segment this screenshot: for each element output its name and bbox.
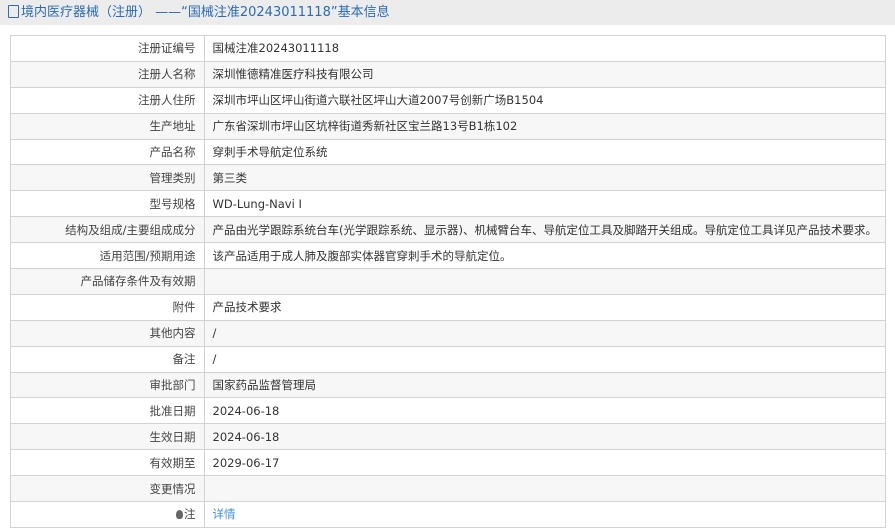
table-row: 生效日期 2024-06-18 xyxy=(10,423,887,451)
table-row: 结构及组成/主要组成成分 产品由光学跟踪系统台车(光学跟踪系统、显示器)、机械臂台… xyxy=(10,216,887,244)
table-row: 产品储存条件及有效期 xyxy=(10,268,887,295)
field-value: 国家药品监督管理局 xyxy=(203,371,887,399)
table-row: 注册人名称 深圳惟德精准医疗科技有限公司 xyxy=(10,60,887,88)
field-value: 2024-06-18 xyxy=(203,423,887,451)
table-row: 其他内容 / xyxy=(10,319,887,347)
field-label: 备注 xyxy=(10,345,205,373)
field-label: 适用范围/预期用途 xyxy=(10,242,205,270)
field-value xyxy=(203,475,887,503)
table-row: 附件 产品技术要求 xyxy=(10,293,887,321)
field-value: 产品技术要求 xyxy=(203,293,887,321)
field-value: 产品由光学跟踪系统台车(光学跟踪系统、显示器)、机械臂台车、导航定位工具及脚踏开… xyxy=(203,216,887,244)
table-row: 适用范围/预期用途 该产品适用于成人肺及腹部实体器官穿刺手术的导航定位。 xyxy=(10,242,887,270)
page-title: 境内医疗器械（注册） ——“国械注准20243011118”基本信息 xyxy=(21,5,390,20)
field-value: / xyxy=(203,319,887,347)
field-value: 2029-06-17 xyxy=(203,449,887,477)
field-label: 批准日期 xyxy=(10,397,205,425)
field-value: 第三类 xyxy=(203,164,887,192)
table-row: 管理类别 第三类 xyxy=(10,164,887,192)
info-table: 注册证编号 国械注准20243011118 注册人名称 深圳惟德精准医疗科技有限公司注… xyxy=(10,35,887,528)
field-label: 生产地址 xyxy=(10,112,205,140)
table-row: 有效期至 2029-06-17 xyxy=(10,449,887,477)
table-row: 批准日期 2024-06-18 xyxy=(10,397,887,425)
field-label: 生效日期 xyxy=(10,423,205,451)
lightbulb-icon xyxy=(176,510,184,520)
table-row: 生产地址 广东省深圳市坪山区坑梓街道秀新社区宝兰路13号B1栋102 xyxy=(10,112,887,140)
field-label: 注册人住所 xyxy=(10,86,205,114)
field-label: 型号规格 xyxy=(10,190,205,218)
field-value: 深圳市坪山区坪山街道六联社区坪山大道2007号创新广场B1504 xyxy=(203,86,887,114)
field-value: WD-Lung-Navi I xyxy=(203,190,887,218)
table-row: 审批部门 国家药品监督管理局 xyxy=(10,371,887,399)
field-label: 管理类别 xyxy=(10,164,205,192)
field-label: 注册证编号 xyxy=(10,35,205,62)
field-label: 注册人名称 xyxy=(10,60,205,88)
field-label: 其他内容 xyxy=(10,319,205,347)
field-value: / xyxy=(203,345,887,373)
field-value: 广东省深圳市坪山区坑梓街道秀新社区宝兰路13号B1栋102 xyxy=(203,112,887,140)
field-label: 结构及组成/主要组成成分 xyxy=(10,216,205,244)
table-row: 注册人住所 深圳市坪山区坪山街道六联社区坪山大道2007号创新广场B1504 xyxy=(10,86,887,114)
note-label: 注 xyxy=(184,507,196,522)
field-value xyxy=(203,268,887,295)
field-label: 附件 xyxy=(10,293,205,321)
field-value: 国械注准20243011118 xyxy=(203,35,887,62)
table-row: 型号规格 WD-Lung-Navi I xyxy=(10,190,887,218)
field-value: 穿刺手术导航定位系统 xyxy=(203,138,887,166)
page-header: 境内医疗器械（注册） ——“国械注准20243011118”基本信息 xyxy=(0,0,895,25)
field-label: 产品名称 xyxy=(10,138,205,166)
note-label-cell: 注 xyxy=(10,501,205,528)
table-row: 备注 / xyxy=(10,345,887,373)
table-row: 产品名称 穿刺手术导航定位系统 xyxy=(10,138,887,166)
field-label: 变更情况 xyxy=(10,475,205,503)
table-row: 注册证编号 国械注准20243011118 xyxy=(10,35,887,62)
details-link[interactable]: 详情 xyxy=(213,507,236,521)
field-value: 2024-06-18 xyxy=(203,397,887,425)
document-icon xyxy=(8,5,19,18)
field-label: 有效期至 xyxy=(10,449,205,477)
note-value: 详情 xyxy=(203,501,887,528)
field-value: 深圳惟德精准医疗科技有限公司 xyxy=(203,60,887,88)
note-row: 注 详情 xyxy=(10,501,887,528)
field-value: 该产品适用于成人肺及腹部实体器官穿刺手术的导航定位。 xyxy=(203,242,887,270)
table-row: 变更情况 xyxy=(10,475,887,503)
field-label: 审批部门 xyxy=(10,371,205,399)
field-label: 产品储存条件及有效期 xyxy=(10,268,205,295)
